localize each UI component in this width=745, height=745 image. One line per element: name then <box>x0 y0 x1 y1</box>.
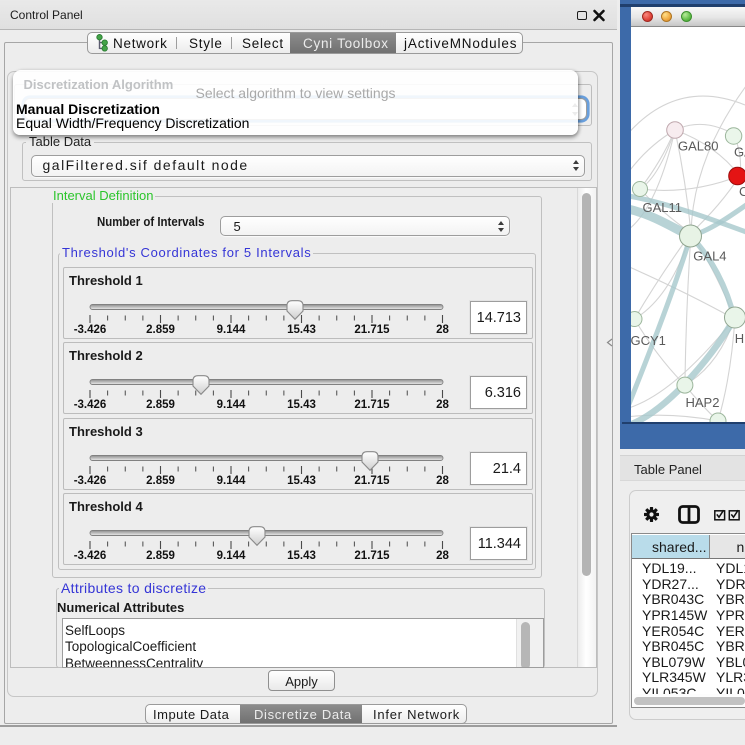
svg-text:H: H <box>735 331 744 346</box>
svg-text:15.43: 15.43 <box>287 399 316 411</box>
svg-text:28: 28 <box>436 324 449 336</box>
svg-text:GA: GA <box>734 145 745 160</box>
svg-text:-3.426: -3.426 <box>74 550 107 562</box>
svg-text:C: C <box>739 184 745 199</box>
svg-text:21.715: 21.715 <box>354 324 390 336</box>
svg-text:15.43: 15.43 <box>287 475 316 487</box>
svg-text:-3.426: -3.426 <box>74 399 107 411</box>
svg-text:21.715: 21.715 <box>354 475 390 487</box>
svg-text:2.859: 2.859 <box>146 324 175 336</box>
svg-text:2.859: 2.859 <box>146 399 175 411</box>
svg-text:GAL11: GAL11 <box>643 200 683 215</box>
svg-text:9.144: 9.144 <box>217 550 246 562</box>
svg-text:GAL4: GAL4 <box>693 249 726 264</box>
svg-text:15.43: 15.43 <box>287 324 316 336</box>
svg-text:28: 28 <box>436 550 449 562</box>
svg-text:9.144: 9.144 <box>217 475 246 487</box>
svg-text:-3.426: -3.426 <box>74 324 107 336</box>
svg-text:2.859: 2.859 <box>146 475 175 487</box>
svg-text:9.144: 9.144 <box>217 399 246 411</box>
svg-text:9.144: 9.144 <box>217 324 246 336</box>
svg-text:15.43: 15.43 <box>287 550 316 562</box>
svg-text:GCY1: GCY1 <box>631 333 666 348</box>
svg-text:28: 28 <box>436 475 449 487</box>
svg-text:HAP2: HAP2 <box>686 395 720 410</box>
svg-text:GAL80: GAL80 <box>678 139 718 154</box>
svg-text:2.859: 2.859 <box>146 550 175 562</box>
svg-text:21.715: 21.715 <box>354 399 390 411</box>
svg-text:-3.426: -3.426 <box>74 475 107 487</box>
svg-text:28: 28 <box>436 399 449 411</box>
svg-text:21.715: 21.715 <box>354 550 390 562</box>
